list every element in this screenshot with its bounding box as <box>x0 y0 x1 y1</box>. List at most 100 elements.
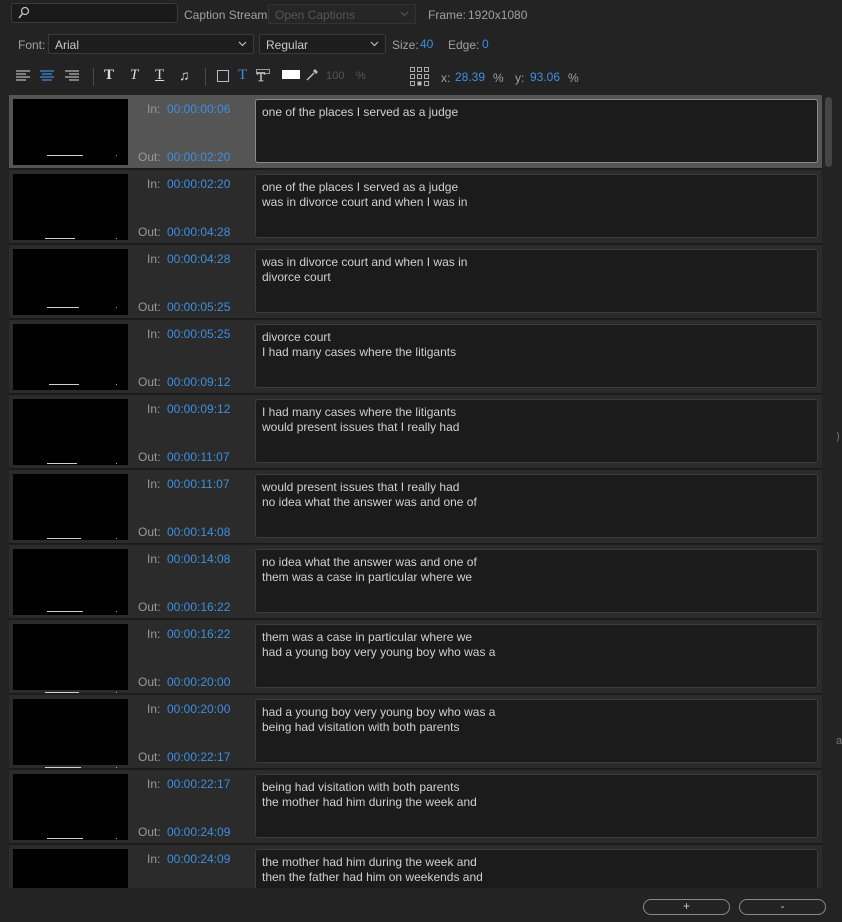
caption-text-line: one of the places I served as a judge <box>262 180 459 194</box>
in-timecode[interactable]: 00:00:04:28 <box>167 252 230 266</box>
caption-text-line: was in divorce court and when I was in <box>262 195 468 209</box>
in-label: In: <box>147 177 161 191</box>
caption-text-field[interactable]: no idea what the answer was and one of th… <box>255 549 818 613</box>
out-timecode[interactable]: 00:00:22:17 <box>167 750 230 764</box>
remove-caption-button[interactable]: - <box>739 899 826 915</box>
caption-text-line: would present issues that I really had <box>262 420 460 434</box>
align-right-icon[interactable] <box>65 70 79 82</box>
font-label: Font: <box>18 38 46 52</box>
caption-row[interactable]: In: 00:00:09:12 Out: 00:00:11:07 I had many … <box>9 395 822 469</box>
caption-stream-dropdown[interactable]: Open Captions <box>268 4 416 24</box>
out-timecode[interactable]: 00:00:09:12 <box>167 375 230 389</box>
thumbnail-dot <box>116 155 117 156</box>
eyedropper-icon[interactable] <box>305 68 319 82</box>
search-input[interactable] <box>11 3 178 23</box>
in-timecode[interactable]: 00:00:05:25 <box>167 327 230 341</box>
scrollbar-thumb[interactable] <box>825 97 832 167</box>
caption-row[interactable]: In: 00:00:20:00 Out: 00:00:22:17 had a young… <box>9 695 822 769</box>
x-unit: % <box>493 71 504 85</box>
caption-text-field[interactable]: one of the places I served as a judge was… <box>255 174 818 238</box>
chevron-down-icon <box>238 41 247 47</box>
music-note-icon[interactable]: ♫ <box>179 67 190 83</box>
in-timecode[interactable]: 00:00:00:06 <box>167 102 230 116</box>
out-label: Out: <box>138 675 161 689</box>
in-timecode[interactable]: 00:00:14:08 <box>167 552 230 566</box>
caption-text-field[interactable]: being had visitation with both parents th… <box>255 774 818 838</box>
in-timecode[interactable]: 00:00:16:22 <box>167 627 230 641</box>
caption-thumbnail <box>13 549 128 615</box>
caption-thumbnail <box>13 474 128 540</box>
align-left-icon[interactable] <box>16 70 30 82</box>
in-timecode[interactable]: 00:00:09:12 <box>167 402 230 416</box>
caption-row[interactable]: In: 00:00:02:20 Out: 00:00:04:28 one of the … <box>9 170 822 244</box>
size-value[interactable]: 40 <box>420 37 433 51</box>
in-timecode[interactable]: 00:00:22:17 <box>167 777 230 791</box>
out-timecode[interactable]: 00:00:02:20 <box>167 150 230 164</box>
in-timecode[interactable]: 00:00:24:09 <box>167 852 230 866</box>
caption-thumbnail <box>13 174 128 240</box>
caption-text-field[interactable]: I had many cases where the litigants woul… <box>255 399 818 463</box>
bold-icon[interactable]: T <box>104 67 114 84</box>
add-caption-button[interactable]: + <box>643 899 730 915</box>
caption-text-line: them was a case in particular where we <box>262 570 473 584</box>
caption-text-field[interactable]: them was a case in particular where we ha… <box>255 624 818 688</box>
thumbnail-dot <box>116 384 117 385</box>
underline-icon[interactable]: T <box>155 67 164 84</box>
caption-row[interactable]: In: 00:00:16:22 Out: 00:00:20:00 them was a … <box>9 620 822 694</box>
toolbar-divider <box>205 68 206 86</box>
out-timecode[interactable]: 00:00:04:28 <box>167 225 230 239</box>
out-timecode[interactable]: 00:00:20:00 <box>167 675 230 689</box>
out-timecode[interactable]: 00:00:14:08 <box>167 525 230 539</box>
in-label: In: <box>147 852 161 866</box>
caption-text-field[interactable]: was in divorce court and when I was in di… <box>255 249 818 313</box>
thumbnail-dot <box>116 463 117 464</box>
edge-value[interactable]: 0 <box>482 37 489 51</box>
y-value[interactable]: 93.06 <box>530 70 560 84</box>
font-dropdown[interactable]: Arial <box>48 34 254 54</box>
x-value[interactable]: 28.39 <box>455 70 485 84</box>
caption-row[interactable]: In: 00:00:05:25 Out: 00:00:09:12 divorce cou… <box>9 320 822 394</box>
caption-text-line: being had visitation with both parents <box>262 780 460 794</box>
caption-text-field[interactable]: would present issues that I really had no… <box>255 474 818 538</box>
caption-footer: + - <box>0 888 842 922</box>
scrollbar[interactable] <box>823 95 833 888</box>
caption-text-field[interactable]: divorce court I had many cases where the … <box>255 324 818 388</box>
frame-label: Frame: <box>428 8 467 22</box>
out-timecode[interactable]: 00:00:11:07 <box>167 450 230 464</box>
caption-text-field[interactable]: one of the places I served as a judge <box>255 99 818 163</box>
thumbnail-caption-line <box>45 767 81 768</box>
caption-text-field[interactable]: the mother had him during the week and th… <box>255 849 818 888</box>
font-style-dropdown[interactable]: Regular <box>259 34 386 54</box>
caption-row[interactable]: In:00:00:24:09Out:the mother had him dur… <box>9 845 822 888</box>
opacity-value[interactable]: 100 <box>326 70 344 82</box>
out-label: Out: <box>138 825 161 839</box>
out-timecode[interactable]: 00:00:24:09 <box>167 825 230 839</box>
caption-row[interactable]: In: 00:00:00:06 Out: 00:00:02:20 one of the … <box>9 95 822 169</box>
caption-text-line: I had many cases where the litigants <box>262 345 457 359</box>
caption-text-field[interactable]: had a young boy very young boy who was a… <box>255 699 818 763</box>
caption-row[interactable]: In: 00:00:11:07 Out: 00:00:14:08 would prese… <box>9 470 822 544</box>
out-timecode[interactable]: 00:00:05:25 <box>167 300 230 314</box>
out-timecode[interactable]: 00:00:16:22 <box>167 600 230 614</box>
caption-toolbar: Caption Stream: Open Captions Frame: 192… <box>0 0 842 96</box>
caption-row[interactable]: In: 00:00:14:08 Out: 00:00:16:22 no idea wha… <box>9 545 822 619</box>
caption-row[interactable]: In: 00:00:22:17 Out: 00:00:24:09 being had v… <box>9 770 822 844</box>
text-color-icon[interactable]: T <box>238 67 247 84</box>
in-timecode[interactable]: 00:00:11:07 <box>167 477 230 491</box>
in-timecode[interactable]: 00:00:02:20 <box>167 177 230 191</box>
in-label: In: <box>147 252 161 266</box>
caption-text-line: no idea what the answer was and one of <box>262 555 477 569</box>
thumbnail-dot <box>116 692 117 693</box>
align-center-icon[interactable] <box>40 70 54 82</box>
position-grid-icon[interactable] <box>410 67 430 87</box>
background-box-icon[interactable] <box>217 70 229 82</box>
caption-row[interactable]: In: 00:00:04:28 Out: 00:00:05:25 was in divo… <box>9 245 822 319</box>
out-label: Out: <box>138 450 161 464</box>
italic-icon[interactable]: T <box>130 67 138 84</box>
opacity-unit: % <box>356 70 366 82</box>
in-timecode[interactable]: 00:00:20:00 <box>167 702 230 716</box>
chevron-down-icon <box>400 11 409 17</box>
out-label: Out: <box>138 525 161 539</box>
color-swatch[interactable] <box>282 70 300 79</box>
text-outline-icon[interactable]: T <box>256 69 270 83</box>
